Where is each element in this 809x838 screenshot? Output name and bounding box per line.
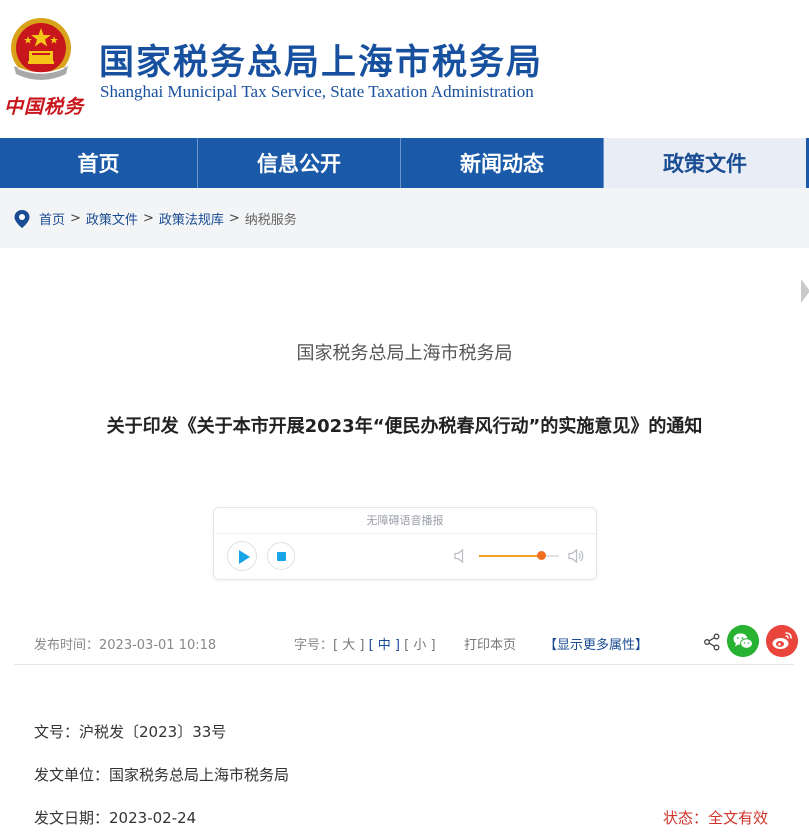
site-header: 中国税务 国家税务总局上海市税务局 Shanghai Municipal Tax…	[0, 0, 809, 138]
volume-slider[interactable]	[479, 551, 559, 560]
wechat-icon[interactable]	[727, 625, 759, 657]
font-size-controls: 字号：[ 大 ] [ 中 ] [ 小 ]	[294, 634, 436, 653]
breadcrumb-home[interactable]: 首页	[39, 209, 65, 228]
status-badge: 状态：全文有效	[663, 807, 768, 828]
font-size-medium-button[interactable]: [ 中 ]	[369, 638, 400, 653]
volume-low-icon[interactable]	[454, 548, 468, 564]
main-nav: 首页 信息公开 新闻动态 政策文件	[0, 138, 809, 188]
play-button[interactable]	[227, 541, 257, 571]
doc-number: 沪税发〔2023〕33号	[79, 723, 227, 741]
location-pin-icon	[14, 209, 30, 228]
issue-date-label: 发文日期：	[34, 809, 110, 827]
breadcrumb: 首页 > 政策文件 > 政策法规库 > 纳税服务	[14, 209, 297, 228]
volume-high-icon[interactable]	[568, 548, 585, 564]
nav-item-policy-documents[interactable]: 政策文件	[604, 138, 809, 188]
print-button[interactable]: 打印本页	[464, 634, 516, 653]
volume-level	[479, 555, 541, 557]
volume-handle[interactable]	[536, 551, 546, 560]
breadcrumb-policy-library[interactable]: 政策法规库	[159, 209, 224, 228]
article-title: 关于印发《关于本市开展2023年“便民办税春风行动”的实施意见》的通知	[106, 416, 703, 437]
share-icon[interactable]	[703, 633, 721, 651]
audio-player-label: 无障碍语音播报	[214, 508, 596, 534]
breadcrumb-bar: 首页 > 政策文件 > 政策法规库 > 纳税服务	[0, 188, 809, 248]
publish-info: 发布时间：2023-03-01 10:18	[34, 634, 216, 653]
stop-button[interactable]	[267, 542, 295, 570]
breadcrumb-separator: >	[142, 211, 154, 226]
national-emblem-icon	[11, 18, 71, 80]
weibo-icon[interactable]	[766, 625, 798, 657]
side-expand-arrow-icon[interactable]	[801, 279, 809, 303]
doc-number-row: 文号：沪税发〔2023〕33号	[34, 721, 226, 742]
font-size-label: 字号：	[294, 638, 334, 653]
nav-item-news[interactable]: 新闻动态	[401, 138, 604, 188]
nav-item-info-disclosure[interactable]: 信息公开	[198, 138, 401, 188]
issuing-unit-row: 发文单位：国家税务总局上海市税务局	[34, 764, 289, 785]
issuing-unit-label: 发文单位：	[34, 766, 110, 784]
breadcrumb-current: 纳税服务	[244, 213, 297, 228]
brand-script-logo: 中国税务	[4, 96, 85, 118]
breadcrumb-separator: >	[70, 211, 81, 226]
audio-player: 无障碍语音播报	[213, 507, 597, 580]
status-label: 状态：	[663, 809, 709, 827]
breadcrumb-policy-documents[interactable]: 政策文件	[86, 209, 138, 228]
issue-date-row: 发文日期：2023-02-24	[34, 807, 196, 828]
font-size-large-button[interactable]: [ 大 ]	[333, 638, 364, 653]
site-title-english: Shanghai Municipal Tax Service, State Ta…	[100, 82, 534, 101]
publish-label: 发布时间：	[34, 638, 100, 653]
site-title[interactable]: 国家税务总局上海市税务局	[99, 34, 543, 85]
article-meta-bar: 发布时间：2023-03-01 10:18 字号：[ 大 ] [ 中 ] [ 小…	[0, 630, 809, 654]
publish-time: 2023-03-01 10:18	[99, 638, 217, 653]
article-issuer: 国家税务总局上海市税务局	[296, 343, 513, 364]
font-size-small-button[interactable]: [ 小 ]	[404, 638, 435, 653]
breadcrumb-separator: >	[228, 211, 240, 226]
show-more-properties-button[interactable]: 【显示更多属性】	[544, 634, 648, 653]
issue-date: 2023-02-24	[109, 809, 197, 827]
issuing-unit: 国家税务总局上海市税务局	[109, 766, 290, 784]
status-value: 全文有效	[708, 809, 769, 827]
nav-item-home[interactable]: 首页	[0, 138, 198, 188]
doc-number-label: 文号：	[34, 723, 80, 741]
meta-divider	[14, 664, 794, 665]
